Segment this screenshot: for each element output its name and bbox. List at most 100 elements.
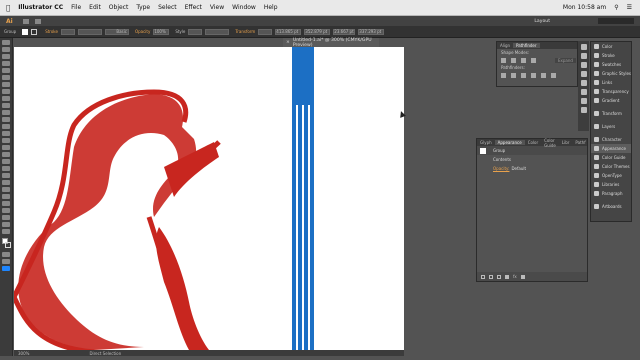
dock-character[interactable]: Character bbox=[591, 135, 631, 144]
dock-artboards[interactable]: Artboards bbox=[591, 202, 631, 211]
intersect-icon[interactable] bbox=[521, 57, 526, 63]
menu-help[interactable]: Help bbox=[264, 4, 278, 11]
lasso-tool-icon[interactable] bbox=[2, 61, 10, 66]
blend-tool-icon[interactable] bbox=[2, 187, 10, 192]
dock-swatches[interactable]: Swatches bbox=[591, 60, 631, 69]
color-mode-icon[interactable] bbox=[2, 252, 10, 257]
tab-glyph[interactable]: Glyph bbox=[477, 140, 495, 145]
navigator-panel-icon[interactable] bbox=[580, 71, 587, 77]
opacity-field[interactable]: 100% bbox=[153, 28, 170, 35]
minus-back-icon[interactable] bbox=[551, 72, 556, 78]
eraser-tool-icon[interactable] bbox=[2, 117, 10, 122]
menu-window[interactable]: Window bbox=[232, 4, 256, 11]
add-stroke-icon[interactable] bbox=[497, 274, 501, 279]
minus-front-icon[interactable] bbox=[511, 57, 516, 63]
tab-color-guide[interactable]: Color Guide bbox=[541, 138, 559, 148]
delete-icon[interactable] bbox=[520, 274, 525, 279]
line-tool-icon[interactable] bbox=[2, 89, 10, 94]
tab-pathfinder[interactable]: Pathfinder bbox=[513, 43, 540, 48]
dock-layers[interactable]: Layers bbox=[591, 122, 631, 131]
stroke-panel-icon[interactable] bbox=[580, 62, 587, 68]
opacity-row[interactable]: Opacity: Default bbox=[477, 164, 587, 173]
merge-icon[interactable] bbox=[521, 72, 526, 78]
links-panel-icon[interactable] bbox=[580, 98, 587, 104]
stroke-weight-field[interactable] bbox=[60, 28, 75, 35]
dock-stroke[interactable]: Stroke bbox=[591, 51, 631, 60]
pen-tool-icon[interactable] bbox=[2, 68, 10, 73]
menu-type[interactable]: Type bbox=[136, 4, 150, 11]
search-field[interactable] bbox=[598, 18, 634, 24]
menu-select[interactable]: Select bbox=[158, 4, 177, 11]
width-tool-icon[interactable] bbox=[2, 138, 10, 143]
brush-icon[interactable] bbox=[34, 18, 41, 24]
shape-builder-tool-icon[interactable] bbox=[2, 152, 10, 157]
apple-icon[interactable]:  bbox=[6, 4, 10, 12]
dock-appearance[interactable]: Appearance bbox=[591, 144, 631, 153]
h-field[interactable]: 337.293 pt bbox=[358, 28, 385, 35]
fx-icon[interactable]: fx bbox=[513, 274, 517, 279]
direct-selection-tool-icon[interactable] bbox=[2, 47, 10, 52]
brush-panel-icon[interactable] bbox=[580, 44, 587, 50]
artboard-canvas[interactable] bbox=[11, 47, 404, 355]
graph-tool-icon[interactable] bbox=[2, 201, 10, 206]
mesh-tool-icon[interactable] bbox=[2, 166, 10, 171]
stroke-swatch[interactable] bbox=[31, 28, 38, 35]
menu-file[interactable]: File bbox=[71, 4, 81, 11]
zoom-tool-icon[interactable] bbox=[2, 229, 10, 234]
tab-align[interactable]: Align bbox=[497, 43, 513, 48]
tab-appearance[interactable]: Appearance bbox=[494, 140, 525, 145]
scale-tool-icon[interactable] bbox=[2, 131, 10, 136]
unite-icon[interactable] bbox=[501, 57, 506, 63]
expand-button[interactable]: Expand bbox=[555, 57, 576, 63]
list-icon[interactable]: ☰ bbox=[627, 4, 632, 11]
dock-transparency[interactable]: Transparency bbox=[591, 87, 631, 96]
fill-swatch[interactable] bbox=[22, 28, 29, 35]
arrange-icon[interactable] bbox=[22, 18, 29, 24]
perspective-grid-tool-icon[interactable] bbox=[2, 159, 10, 164]
menu-view[interactable]: View bbox=[210, 4, 224, 11]
tab-libraries[interactable]: Libr bbox=[559, 140, 573, 145]
style-field[interactable] bbox=[188, 28, 203, 35]
divide-icon[interactable] bbox=[501, 72, 506, 78]
type-tool-icon[interactable] bbox=[2, 82, 10, 87]
document-tab[interactable]: × Untitled-1.ai* @ 300% (CMYK/GPU Previe… bbox=[283, 38, 379, 48]
tab-color[interactable]: Color bbox=[525, 140, 541, 145]
hand-tool-icon[interactable] bbox=[2, 222, 10, 227]
align-button[interactable] bbox=[205, 28, 230, 35]
curvature-tool-icon[interactable] bbox=[2, 75, 10, 80]
ref-point-field[interactable] bbox=[258, 28, 273, 35]
dock-graphic-styles[interactable]: Graphic Styles bbox=[591, 69, 631, 78]
slice-tool-icon[interactable] bbox=[2, 215, 10, 220]
rectangle-tool-icon[interactable] bbox=[2, 96, 10, 101]
dock-transform[interactable]: Transform bbox=[591, 109, 631, 118]
free-transform-tool-icon[interactable] bbox=[2, 145, 10, 150]
outline-icon[interactable] bbox=[541, 72, 546, 78]
dock-opentype[interactable]: OpenType bbox=[591, 171, 631, 180]
contents-row[interactable]: Contents bbox=[477, 155, 587, 164]
dock-paragraph[interactable]: Paragraph bbox=[591, 189, 631, 198]
y-field[interactable]: 352.879 pt bbox=[304, 28, 331, 35]
gradient-tool-icon[interactable] bbox=[2, 173, 10, 178]
trim-icon[interactable] bbox=[511, 72, 516, 78]
draw-mode-icon[interactable] bbox=[2, 259, 10, 264]
clear-icon[interactable] bbox=[489, 274, 493, 279]
x-field[interactable]: 413.865 pt bbox=[275, 28, 302, 35]
opacity-link[interactable]: Opacity: bbox=[493, 166, 509, 171]
screen-mode-icon[interactable] bbox=[2, 266, 10, 271]
fill-stroke-icon[interactable] bbox=[1, 238, 11, 248]
selection-tool-icon[interactable] bbox=[2, 40, 10, 45]
symbol-sprayer-tool-icon[interactable] bbox=[2, 194, 10, 199]
brush-field[interactable]: Basic bbox=[104, 28, 129, 35]
close-icon[interactable]: × bbox=[286, 40, 290, 45]
app-menu[interactable]: Illustrator CC bbox=[18, 4, 63, 11]
tab-pathfinder-2[interactable]: Pathf bbox=[572, 140, 588, 145]
dock-color-themes[interactable]: Color Themes bbox=[591, 162, 631, 171]
paintbrush-tool-icon[interactable] bbox=[2, 103, 10, 108]
add-fill-icon[interactable] bbox=[505, 274, 509, 279]
workspace-switcher[interactable]: Layout bbox=[534, 19, 550, 24]
current-tool-label[interactable]: Direct Selection bbox=[89, 351, 121, 356]
symbol-panel-icon[interactable] bbox=[580, 53, 587, 59]
info-panel-icon[interactable] bbox=[580, 80, 587, 86]
new-art-icon[interactable] bbox=[481, 274, 485, 279]
align-panel-icon[interactable] bbox=[580, 89, 587, 95]
